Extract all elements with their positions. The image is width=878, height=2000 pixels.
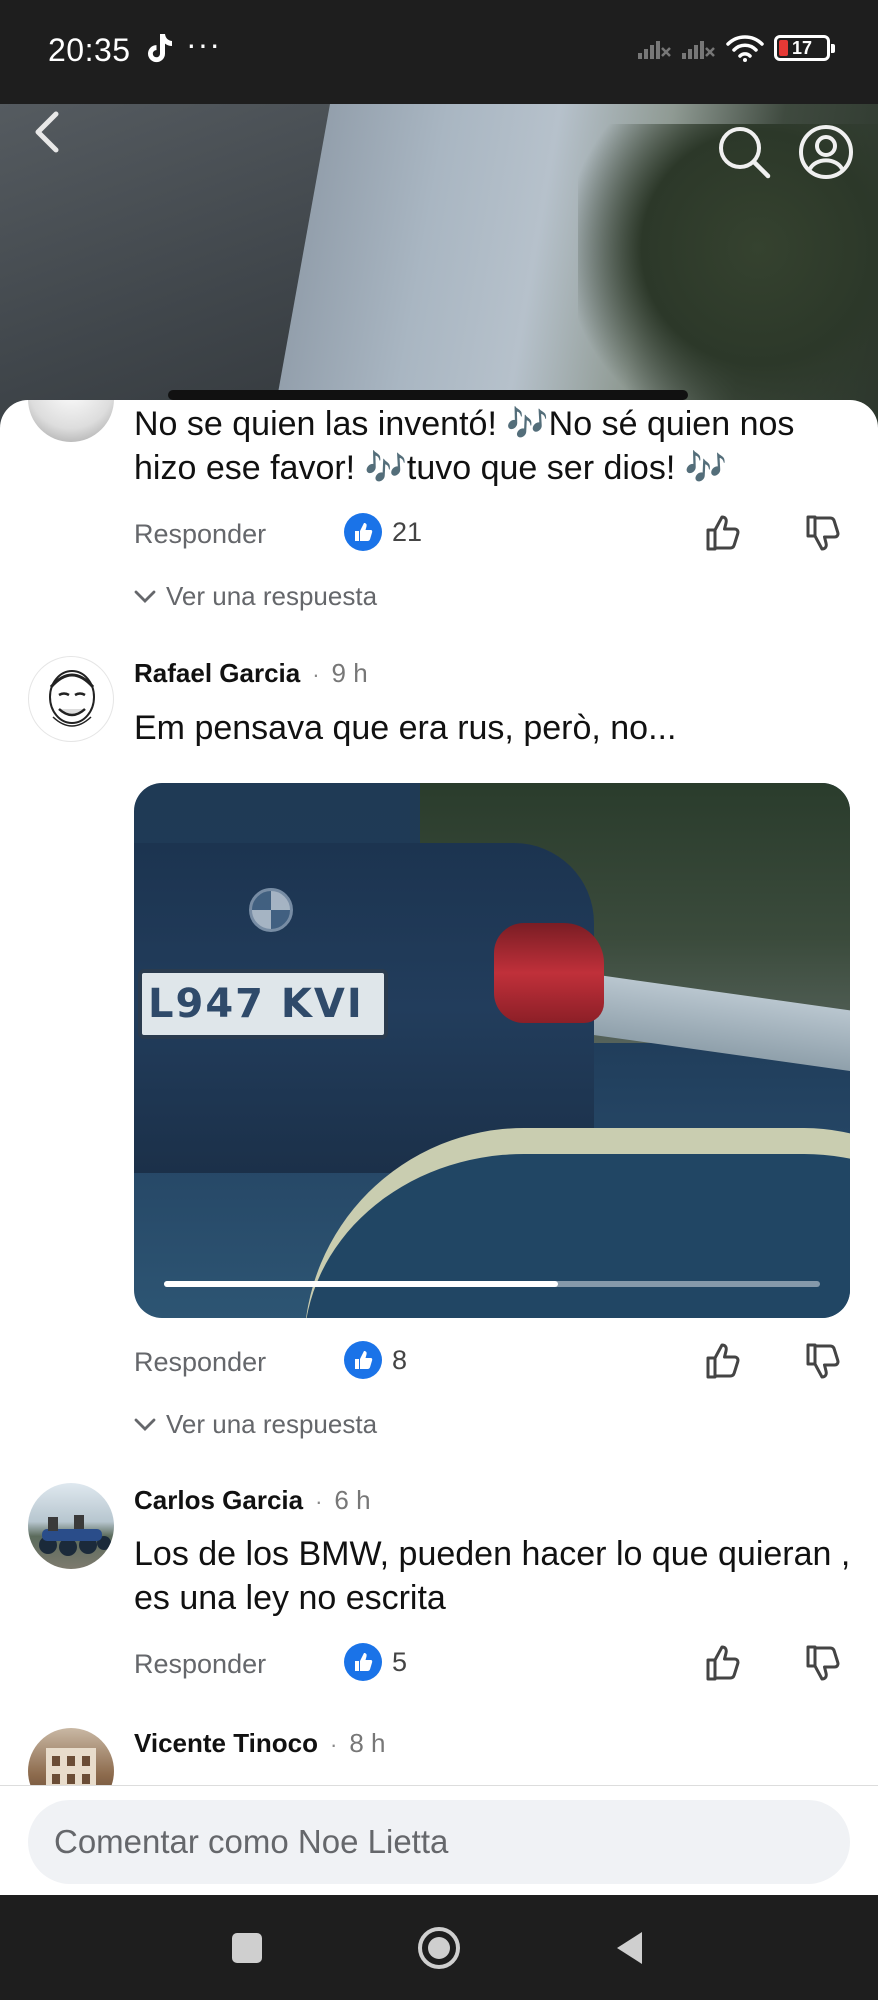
search-icon[interactable] <box>716 124 772 180</box>
timestamp: 6 h <box>334 1485 371 1515</box>
view-replies-button[interactable]: Ver una respuesta <box>134 581 377 612</box>
circle-icon[interactable] <box>414 1923 464 1973</box>
avatar[interactable] <box>28 1728 114 1785</box>
view-replies-label: Ver una respuesta <box>166 581 378 611</box>
caricature-avatar-icon <box>49 670 95 727</box>
building-avatar-icon <box>46 1748 96 1785</box>
thumbs-down-icon[interactable] <box>804 1643 844 1683</box>
comment-input[interactable] <box>28 1800 850 1884</box>
like-reaction-icon <box>344 1643 382 1681</box>
like-count: 5 <box>392 1646 408 1677</box>
thumbs-down-icon[interactable] <box>804 1341 844 1381</box>
comment-video[interactable]: L947 KVI <box>134 783 850 1318</box>
battery-level <box>779 40 788 56</box>
thumbs-down-icon[interactable] <box>804 513 844 553</box>
comment-actions: Responder 5 <box>134 1643 854 1687</box>
reaction-summary[interactable]: 21 <box>344 513 422 551</box>
chevron-down-icon <box>134 1418 156 1431</box>
signal-icon <box>638 41 671 59</box>
square-icon[interactable] <box>222 1923 272 1973</box>
status-icons: 17 <box>638 34 835 62</box>
like-reaction-icon <box>344 1341 382 1379</box>
comment-header: Rafael Garcia · 9 h <box>134 658 368 689</box>
timestamp: 9 h <box>331 658 368 688</box>
battery-icon: 17 <box>774 35 835 61</box>
thumbs-up-icon[interactable] <box>704 1643 744 1683</box>
author-name[interactable]: Vicente Tinoco <box>134 1728 318 1759</box>
comments-sheet: No se quien las inventó! 🎶No sé quien no… <box>0 400 878 1785</box>
timestamp: 8 h <box>349 1728 386 1758</box>
avatar[interactable] <box>28 656 114 742</box>
reply-button[interactable]: Responder <box>134 1649 266 1680</box>
separator-dot: · <box>312 662 320 687</box>
reaction-summary[interactable]: 8 <box>344 1341 407 1379</box>
avatar[interactable] <box>28 400 114 442</box>
comment-header: Carlos Garcia · 6 h <box>134 1485 371 1516</box>
sheet-drag-handle[interactable] <box>168 390 688 400</box>
status-bar: 20:35 ··· 17 <box>0 0 878 104</box>
notification-dots: ··· <box>186 26 221 62</box>
author-name[interactable]: Carlos Garcia <box>134 1485 303 1516</box>
comment-composer <box>0 1785 878 1895</box>
account-icon[interactable] <box>798 124 854 180</box>
system-nav-bar <box>0 1895 878 2000</box>
comment-text: Em pensava que era rus, però, no... <box>134 709 677 747</box>
like-reaction-icon <box>344 513 382 551</box>
view-replies-button[interactable]: Ver una respuesta <box>134 1409 377 1440</box>
status-time: 20:35 <box>48 32 131 68</box>
video-progress-fill <box>164 1281 558 1287</box>
avatar[interactable] <box>28 1483 114 1569</box>
separator-dot: · <box>315 1489 323 1514</box>
signal-icon-2 <box>682 41 715 59</box>
battery-percent: 17 <box>791 37 813 58</box>
video-progress-bar[interactable] <box>164 1281 820 1287</box>
triangle-back-icon[interactable] <box>606 1923 656 1973</box>
license-plate: L947 KVI <box>138 969 388 1039</box>
comment-text: Los de los BMW, pueden hacer lo que quie… <box>134 1535 851 1617</box>
comment-header: Vicente Tinoco · 8 h <box>134 1728 385 1759</box>
comment-actions: Responder 8 <box>134 1341 854 1385</box>
car-logo-icon <box>249 888 293 932</box>
reaction-summary[interactable]: 5 <box>344 1643 407 1681</box>
reply-button[interactable]: Responder <box>134 1347 266 1378</box>
view-replies-label: Ver una respuesta <box>166 1409 378 1439</box>
motorcycles-avatar-icon <box>39 1515 111 1556</box>
like-count: 8 <box>392 1344 408 1375</box>
back-button[interactable] <box>26 108 66 156</box>
comment-actions: Responder 21 <box>134 513 854 557</box>
comment-text: No se quien las inventó! 🎶No sé quien no… <box>134 405 795 487</box>
thumbs-up-icon[interactable] <box>704 1341 744 1381</box>
separator-dot: · <box>329 1732 338 1757</box>
author-name[interactable]: Rafael Garcia <box>134 658 300 689</box>
wifi-icon <box>726 35 764 62</box>
video-taillight <box>494 923 604 1023</box>
reply-button[interactable]: Responder <box>134 519 266 550</box>
like-count: 21 <box>392 516 423 547</box>
chevron-down-icon <box>134 590 156 603</box>
tiktok-icon <box>148 34 172 63</box>
thumbs-up-icon[interactable] <box>704 513 744 553</box>
